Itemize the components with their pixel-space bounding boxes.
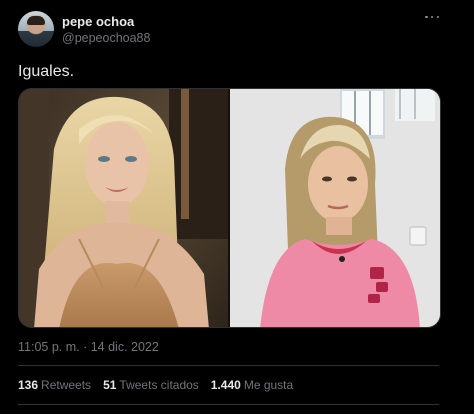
author-display-name[interactable]: pepe ochoa [62,14,134,29]
more-options-icon[interactable] [425,14,439,20]
author-avatar[interactable] [18,11,54,47]
photo-right-illustration [230,89,440,327]
stat-likes-count: 1.440 [210,378,241,392]
photo-left-illustration [19,89,228,327]
media-photo-left[interactable] [19,89,228,327]
stat-quote-tweets-count: 51 [103,378,117,392]
author-handle[interactable]: @pepeochoa88 [62,31,150,45]
engagement-stats: 136 Retweets 51 Tweets citados 1.440 Me gus… [18,378,293,392]
stat-likes[interactable]: 1.440 Me gusta [211,378,293,392]
stat-retweets-label: Retweets [41,378,92,392]
stat-likes-label: Me gusta [243,378,294,392]
media-photo-right[interactable] [230,89,440,327]
tweet-timestamp[interactable]: 11:05 p. m. · 14 dic. 2022 [18,340,159,354]
stat-retweets[interactable]: 136 Retweets [18,378,91,392]
stat-quote-tweets[interactable]: 51 Tweets citados [103,378,199,392]
media-grid [18,88,441,328]
stat-retweets-count: 136 [18,378,39,392]
divider-bottom [18,404,439,405]
tweet-text: Iguales. [18,63,75,80]
divider-top [18,365,439,366]
stat-quote-tweets-label: Tweets citados [119,378,199,392]
